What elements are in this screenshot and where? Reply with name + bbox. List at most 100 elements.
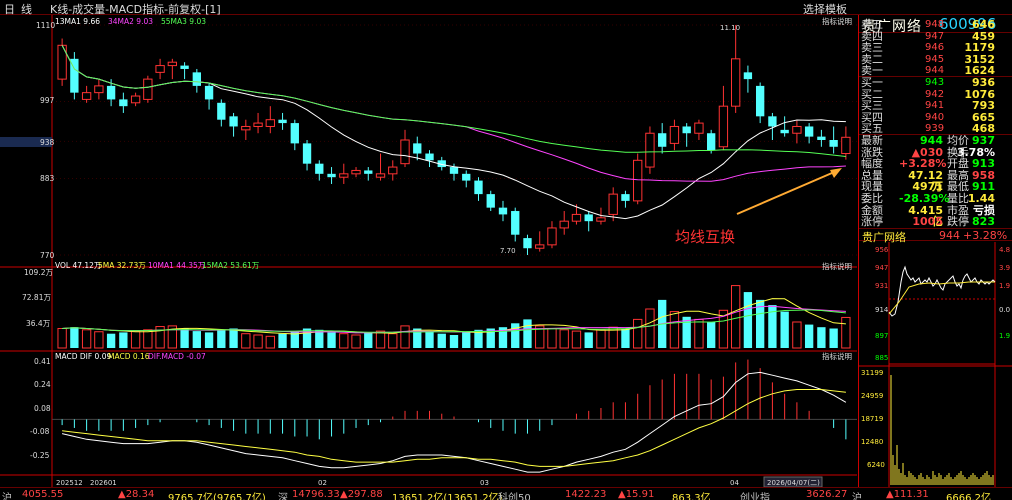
volume-bar[interactable] <box>792 321 802 349</box>
candle-body[interactable] <box>449 167 459 174</box>
candle-body[interactable] <box>265 119 275 127</box>
volume-bar[interactable] <box>437 333 446 348</box>
volume-bar[interactable] <box>180 328 189 348</box>
volume-bar[interactable] <box>559 329 569 349</box>
volume-bar[interactable] <box>400 325 410 349</box>
candle-body[interactable] <box>498 207 508 215</box>
candle-body[interactable] <box>829 140 838 147</box>
volume-bar[interactable] <box>106 333 116 348</box>
volume-bar[interactable] <box>730 285 741 349</box>
candle-body[interactable] <box>143 78 153 100</box>
candle-body[interactable] <box>486 194 495 208</box>
volume-bar[interactable] <box>388 333 398 349</box>
candle-body[interactable] <box>511 211 520 235</box>
candle-body[interactable] <box>413 143 422 154</box>
candle-body[interactable] <box>608 193 618 215</box>
candle-body[interactable] <box>523 238 532 249</box>
volume-bar[interactable] <box>70 327 79 348</box>
main-chart-area[interactable]: 13MA1 9.66 34MA2 9.03 55MA3 9.03 指标说明 11… <box>0 15 857 488</box>
candle-body[interactable] <box>130 95 141 104</box>
intraday-mini-chart[interactable]: 956 947 931 914 897 885 4.8 3.9 1.9 0.0 … <box>859 242 1012 487</box>
volume-bar[interactable] <box>130 330 141 349</box>
volume-bar[interactable] <box>621 328 630 348</box>
candle-body[interactable] <box>462 173 471 181</box>
candle-body[interactable] <box>327 173 336 178</box>
candle-body[interactable] <box>694 122 704 134</box>
candle-body[interactable] <box>669 125 680 144</box>
candle-body[interactable] <box>229 116 238 127</box>
candle-body[interactable] <box>106 85 116 100</box>
volume-bar[interactable] <box>462 332 471 348</box>
candle-body[interactable] <box>155 65 165 73</box>
volume-bar[interactable] <box>253 334 263 349</box>
candle-body[interactable] <box>682 126 691 134</box>
candle-body[interactable] <box>180 65 189 69</box>
volume-bar[interactable] <box>327 332 336 348</box>
candle-body[interactable] <box>351 169 361 175</box>
candle-body[interactable] <box>375 173 386 178</box>
candle-body[interactable] <box>315 163 324 174</box>
volume-bar[interactable] <box>204 332 214 348</box>
volume-bar[interactable] <box>571 330 582 349</box>
candle-body[interactable] <box>621 194 630 201</box>
candle-body[interactable] <box>217 102 226 120</box>
volume-bar[interactable] <box>841 316 851 349</box>
volume-bar[interactable] <box>192 331 201 348</box>
candle-body[interactable] <box>302 143 312 164</box>
candle-body[interactable] <box>81 92 92 100</box>
volume-bar[interactable] <box>94 331 104 349</box>
candle-body[interactable] <box>743 72 753 80</box>
candle-body[interactable] <box>658 133 667 147</box>
candle-body[interactable] <box>804 126 814 137</box>
volume-bar[interactable] <box>375 330 386 349</box>
candle-body[interactable] <box>192 72 201 86</box>
volume-bar[interactable] <box>143 329 153 349</box>
volume-bar[interactable] <box>425 331 434 348</box>
volume-bar[interactable] <box>645 308 655 349</box>
volume-bar[interactable] <box>81 329 92 349</box>
candles[interactable] <box>57 25 851 255</box>
candle-body[interactable] <box>707 133 716 151</box>
index-label[interactable]: 科创50 <box>498 489 531 500</box>
candle-body[interactable] <box>167 61 178 67</box>
volume-bar[interactable] <box>596 329 606 349</box>
volume-bar[interactable] <box>302 328 312 348</box>
volume-bar[interactable] <box>511 323 520 348</box>
index-label[interactable]: 沪 <box>852 489 862 500</box>
candle-body[interactable] <box>290 123 299 144</box>
candle-body[interactable] <box>204 85 214 100</box>
candle-body[interactable] <box>547 227 557 246</box>
candle-body[interactable] <box>94 85 104 94</box>
volume-bar[interactable] <box>523 319 532 348</box>
volume-bar[interactable] <box>339 333 349 349</box>
volume-bar[interactable] <box>584 332 593 348</box>
candle-body[interactable] <box>571 213 582 222</box>
volume-bar[interactable] <box>804 324 814 348</box>
candle-body[interactable] <box>425 153 434 161</box>
candle-body[interactable] <box>596 217 606 222</box>
volume-bar[interactable] <box>119 332 128 348</box>
volume-bar[interactable] <box>547 327 557 349</box>
candle-body[interactable] <box>633 159 643 202</box>
buy-row[interactable]: 买一 943 936 <box>859 77 1012 89</box>
candle-body[interactable] <box>364 170 373 174</box>
candle-body[interactable] <box>278 119 287 124</box>
volume-bar[interactable] <box>743 292 753 348</box>
chart-svg[interactable]: 13MA1 9.66 34MA2 9.03 55MA3 9.03 指标说明 11… <box>0 15 857 488</box>
volume-bar[interactable] <box>682 316 691 348</box>
volume-bar[interactable] <box>241 333 251 349</box>
volume-bar[interactable] <box>449 334 459 348</box>
volume-bar[interactable] <box>57 327 67 349</box>
volume-bar[interactable] <box>364 332 373 348</box>
index-label[interactable]: 沪 <box>2 489 12 500</box>
volume-bar[interactable] <box>265 335 275 349</box>
volume-bar[interactable] <box>217 329 226 348</box>
kline-indicator-info[interactable]: 指标说明 <box>822 16 852 26</box>
volume-bar[interactable] <box>780 311 789 348</box>
macd-indicator-info[interactable]: 指标说明 <box>822 351 852 361</box>
candle-body[interactable] <box>645 132 655 168</box>
candle-body[interactable] <box>780 129 789 134</box>
candle-body[interactable] <box>253 122 263 127</box>
candle-body[interactable] <box>339 173 349 178</box>
candle-body[interactable] <box>584 214 593 222</box>
